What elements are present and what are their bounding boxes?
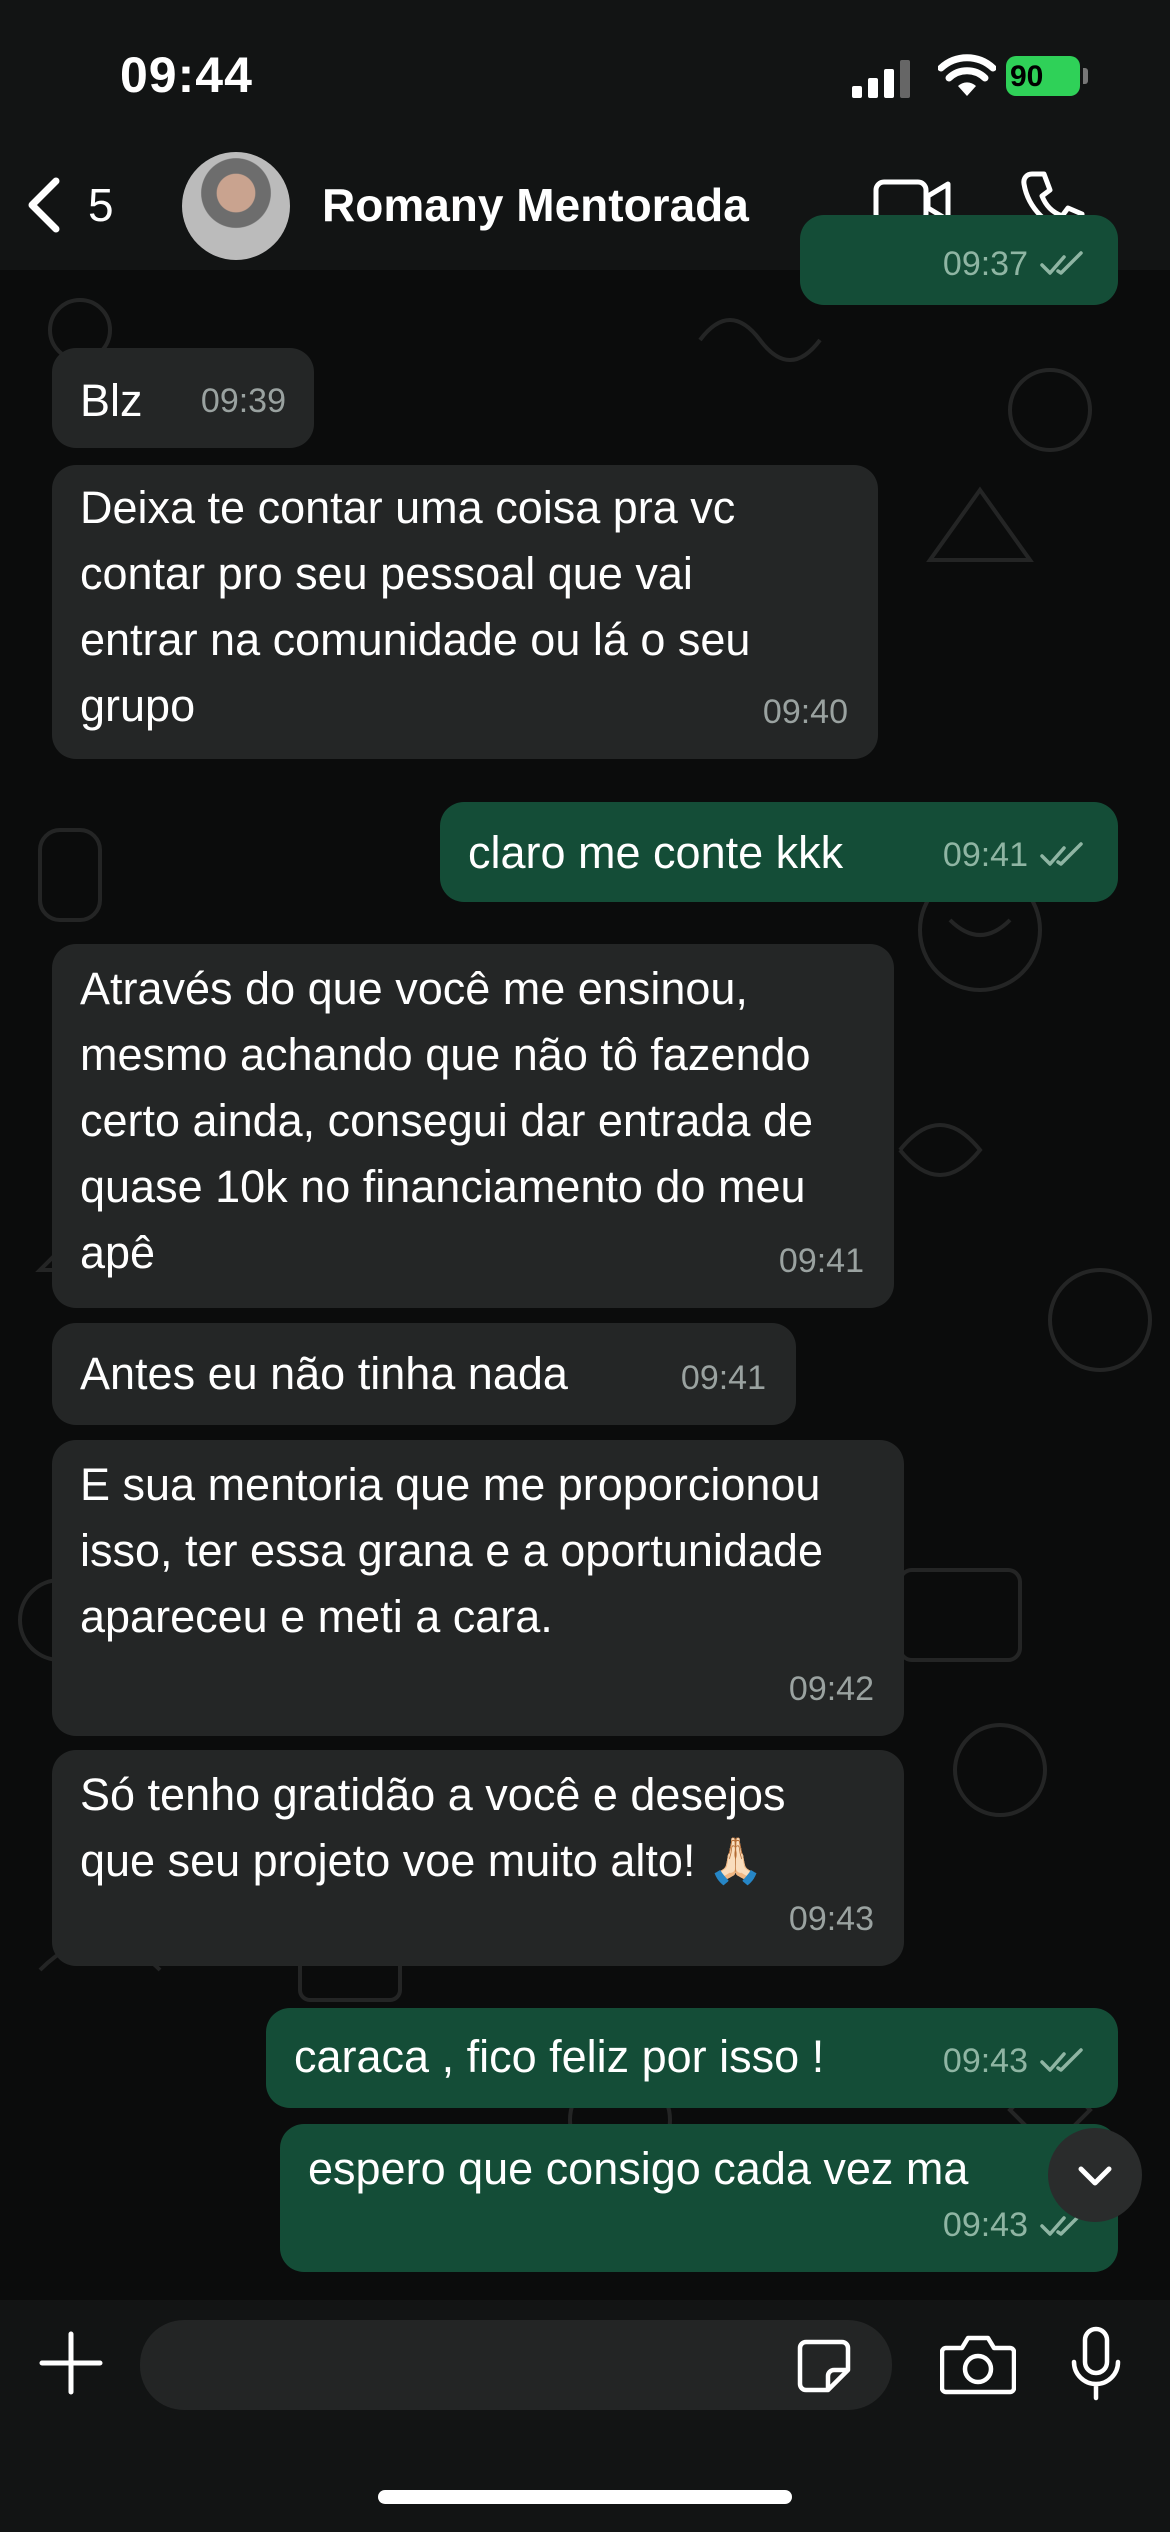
message-bubble-incoming[interactable]: Antes eu não tinha nada 09:41: [52, 1323, 796, 1425]
contact-name[interactable]: Romany Mentorada: [322, 178, 749, 232]
double-check-icon: [1040, 251, 1083, 275]
home-indicator: [378, 2490, 792, 2504]
message-time: 09:39: [200, 382, 286, 420]
message-input[interactable]: [140, 2320, 892, 2410]
microphone-icon[interactable]: [1068, 2326, 1124, 2402]
message-bubble-incoming[interactable]: Deixa te contar uma coisa pra vc contar …: [52, 465, 878, 759]
message-time: 09:43: [942, 2206, 1028, 2244]
sticker-icon[interactable]: [796, 2338, 852, 2394]
message-bubble-incoming[interactable]: Só tenho gratidão a você e desejos que s…: [52, 1750, 904, 1966]
plus-icon[interactable]: [38, 2330, 104, 2396]
message-composer: [0, 2300, 1170, 2532]
message-text: E sua mentoria que me proporcionou isso,…: [80, 1459, 823, 1642]
scroll-to-bottom-button[interactable]: [1048, 2128, 1142, 2222]
message-time: 09:37: [942, 245, 1028, 283]
message-time: 09:42: [788, 1670, 874, 1708]
message-text: Deixa te contar uma coisa pra vc contar …: [80, 482, 751, 731]
battery-icon: 90: [1006, 56, 1090, 98]
message-bubble-outgoing[interactable]: caraca , fico feliz por isso ! 09:43: [266, 2008, 1118, 2108]
message-time: 09:43: [942, 2042, 1028, 2080]
message-text: Antes eu não tinha nada: [80, 1348, 568, 1399]
cellular-signal-icon: [852, 60, 910, 98]
message-bubble-outgoing[interactable]: 09:37: [800, 215, 1118, 305]
chevron-down-icon: [1078, 2166, 1112, 2186]
message-time: 09:41: [942, 836, 1028, 874]
double-check-icon: [1040, 2048, 1083, 2072]
message-time: 09:41: [680, 1359, 766, 1397]
message-time: 09:43: [788, 1900, 874, 1938]
message-text: Só tenho gratidão a você e desejos que s…: [80, 1769, 786, 1886]
message-time: 09:41: [778, 1242, 864, 1280]
message-time: 09:40: [762, 693, 848, 731]
message-bubble-incoming[interactable]: Blz 09:39: [52, 348, 314, 448]
message-bubble-outgoing[interactable]: espero que consigo cada vez ma 09:43: [280, 2124, 1118, 2272]
message-text: Através do que você me ensinou, mesmo ac…: [80, 963, 814, 1278]
battery-level: 90: [1010, 60, 1044, 93]
unread-count: 5: [88, 179, 114, 231]
chevron-left-icon: [28, 177, 60, 233]
contact-avatar[interactable]: [182, 152, 290, 260]
message-bubble-outgoing[interactable]: claro me conte kkk 09:41: [440, 802, 1118, 902]
wifi-icon: [938, 54, 996, 96]
back-button[interactable]: 5: [24, 170, 114, 240]
camera-icon[interactable]: [940, 2332, 1016, 2396]
message-bubble-incoming[interactable]: E sua mentoria que me proporcionou isso,…: [52, 1440, 904, 1736]
status-bar: 09:44 90: [0, 0, 1170, 150]
status-time: 09:44: [120, 47, 253, 103]
double-check-icon: [1040, 842, 1083, 866]
message-bubble-incoming[interactable]: Através do que você me ensinou, mesmo ac…: [52, 944, 894, 1308]
